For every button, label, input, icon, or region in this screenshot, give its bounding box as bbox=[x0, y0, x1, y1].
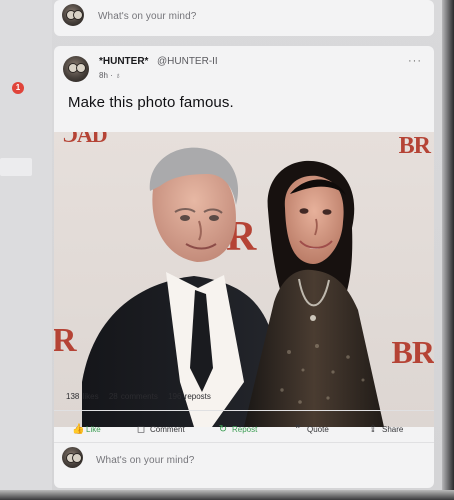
notification-badge[interactable]: 1 bbox=[12, 82, 24, 94]
screen: 1 What's on your mind? *HUNTER* @HUNTER-… bbox=[0, 0, 454, 500]
post-card: *HUNTER* @HUNTER-II 8h · ♁ ··· Make this… bbox=[54, 46, 434, 488]
post-handle[interactable]: @HUNTER-II bbox=[157, 56, 218, 67]
woman-figure bbox=[244, 160, 384, 427]
photo-illustration bbox=[82, 147, 384, 427]
repost-icon: ↻ bbox=[218, 423, 228, 435]
reposts-count[interactable]: 196 reposts bbox=[168, 392, 211, 401]
goggle-icon bbox=[73, 10, 83, 20]
comment-label: Comment bbox=[150, 424, 185, 434]
composer-divider bbox=[54, 442, 434, 443]
more-menu-button[interactable]: ··· bbox=[408, 55, 422, 67]
goggle-icon bbox=[76, 63, 86, 73]
likes-count[interactable]: 138 likes bbox=[66, 392, 99, 401]
device-bezel-right bbox=[442, 0, 454, 500]
device-bezel-bottom bbox=[0, 490, 454, 500]
post-text: Make this photo famous. bbox=[68, 94, 234, 111]
engagement-stats: 138 likes 28 comments 196 reposts bbox=[66, 392, 218, 401]
thumbs-up-icon: 👍 bbox=[72, 423, 85, 435]
share-label: Share bbox=[382, 424, 404, 434]
stats-divider bbox=[54, 410, 434, 411]
repost-button[interactable]: ↻ Repost bbox=[218, 420, 258, 438]
left-rail-pill bbox=[0, 158, 32, 176]
comments-count[interactable]: 28 comments bbox=[109, 392, 158, 401]
bottom-avatar bbox=[62, 447, 83, 468]
quote-label: Quote bbox=[307, 424, 329, 434]
post-meta: 8h · ♁ bbox=[99, 71, 122, 80]
comment-button[interactable]: ◻ Comment bbox=[136, 420, 185, 438]
post-display-name[interactable]: *HUNTER* bbox=[99, 56, 148, 67]
like-label: Like bbox=[86, 424, 101, 434]
goggle-icon bbox=[72, 453, 82, 463]
like-button[interactable]: 👍 Like bbox=[72, 420, 101, 438]
comment-icon: ◻ bbox=[136, 423, 146, 435]
repost-label: Repost bbox=[232, 424, 258, 434]
composer-placeholder[interactable]: What's on your mind? bbox=[98, 11, 196, 22]
action-bar: 👍 Like ◻ Comment ↻ Repost ❞ Quote ⇪ Shar… bbox=[54, 420, 434, 438]
post-avatar bbox=[63, 56, 89, 82]
avatar bbox=[62, 4, 84, 26]
post-photo: ƆAD BR R R BR bbox=[54, 132, 434, 427]
quote-icon: ❞ bbox=[295, 423, 301, 435]
bottom-composer-placeholder[interactable]: What's on your mind? bbox=[96, 455, 194, 466]
man-figure bbox=[82, 147, 276, 427]
composer-top[interactable]: What's on your mind? bbox=[54, 0, 434, 36]
quote-button[interactable]: ❞ Quote bbox=[293, 420, 329, 438]
left-rail: 1 bbox=[0, 0, 52, 500]
share-button[interactable]: ⇪ Share bbox=[368, 420, 404, 438]
share-icon: ⇪ bbox=[368, 423, 378, 435]
